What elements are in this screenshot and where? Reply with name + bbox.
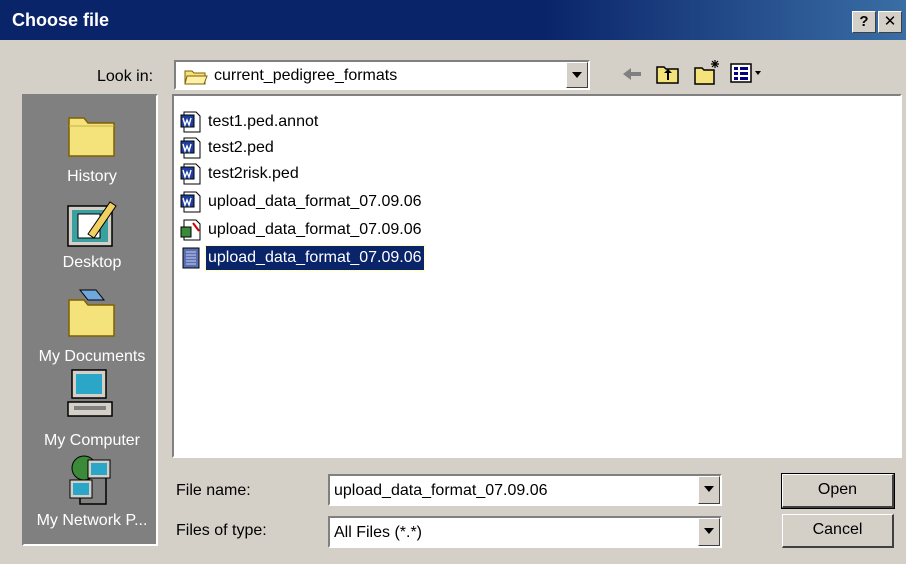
file-name: upload_data_format_07.09.06 [208,193,422,210]
generic-document-icon [180,247,202,277]
title-bar: Choose file ? ✕ [0,0,906,40]
file-list[interactable]: test1.ped.annot test2.ped test2risk.ped … [172,94,902,458]
look-in-label: Look in: [97,68,154,85]
file-name-value[interactable]: upload_data_format_07.09.06 [334,482,548,500]
close-button[interactable]: ✕ [878,11,902,33]
places-item-network[interactable]: My Network P... [24,454,160,534]
back-arrow-icon[interactable] [620,63,644,90]
window-title: Choose file [12,10,110,30]
places-label-my-documents: My Documents [38,348,146,365]
word-document-icon [180,191,202,221]
places-label-history: History [67,168,117,185]
file-name: upload_data_format_07.09.06 [205,245,425,271]
file-name-dropdown-arrow[interactable] [698,476,720,504]
my-computer-icon [66,368,118,425]
file-name-combo[interactable]: upload_data_format_07.09.06 [328,474,722,506]
open-button[interactable]: Open [781,473,895,509]
places-item-desktop[interactable]: Desktop [24,196,160,276]
places-item-my-documents[interactable]: My Documents [24,286,160,366]
file-name-label: File name: [176,482,251,499]
spreadsheet-document-icon [180,219,202,249]
places-item-my-computer[interactable]: My Computer [24,368,160,450]
view-menu-icon[interactable] [730,62,764,89]
file-type-value: All Files (*.*) [334,524,423,541]
history-folder-icon [66,112,118,163]
file-name: test1.ped.annot [208,113,319,130]
file-name: upload_data_format_07.09.06 [208,221,422,238]
new-folder-icon[interactable] [693,58,721,91]
help-button[interactable]: ? [852,11,876,33]
folder-open-icon [184,68,208,91]
places-item-history[interactable]: History [24,112,160,186]
file-type-dropdown-arrow[interactable] [698,518,720,546]
file-type-combo[interactable]: All Files (*.*) [328,516,722,548]
look-in-value: current_pedigree_formats [214,67,398,84]
file-type-label: Files of type: [176,522,267,539]
places-label-desktop: Desktop [62,254,122,271]
up-one-level-icon[interactable] [655,62,681,91]
word-document-icon [180,163,202,193]
my-documents-folder-icon [66,286,118,343]
places-label-my-computer: My Computer [43,432,141,449]
file-name: test2risk.ped [208,165,299,182]
network-places-icon [66,454,118,511]
file-name: test2.ped [208,139,274,156]
places-bar: History Desktop My Documents My Computer… [22,94,158,546]
look-in-dropdown[interactable]: current_pedigree_formats [174,60,590,90]
cancel-button[interactable]: Cancel [782,514,894,548]
desktop-icon [66,196,118,253]
places-label-network: My Network P... [36,512,148,529]
look-in-dropdown-arrow[interactable] [566,62,588,88]
